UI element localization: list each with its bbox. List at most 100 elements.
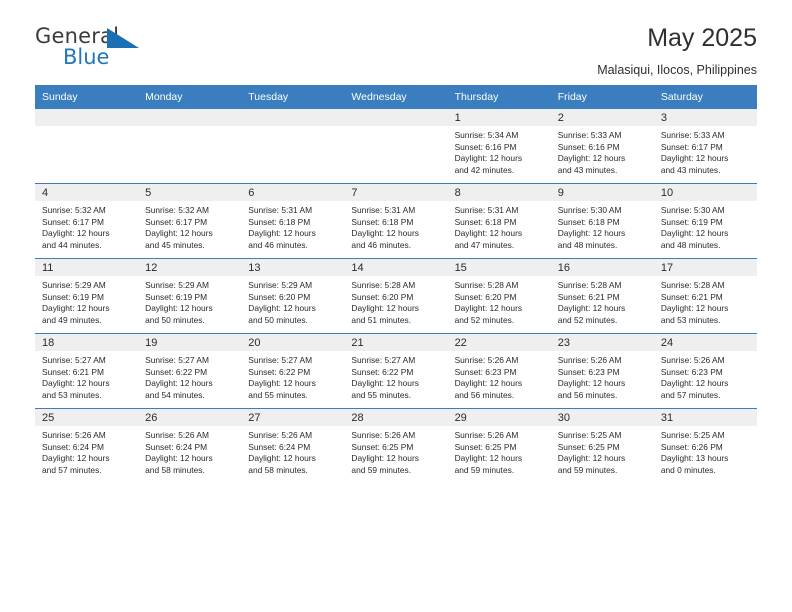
page-title: May 2025: [647, 24, 757, 52]
sunrise-text: Sunrise: 5:32 AM: [42, 205, 106, 215]
day-details: Sunrise: 5:28 AM Sunset: 6:20 PM Dayligh…: [344, 276, 447, 326]
day-number: 13: [241, 259, 345, 276]
daylight-text-line1: Daylight: 12 hours: [42, 228, 110, 239]
day-details: Sunrise: 5:26 AM Sunset: 6:23 PM Dayligh…: [654, 351, 757, 401]
day-cell[interactable]: 8 Sunrise: 5:31 AM Sunset: 6:18 PM Dayli…: [447, 183, 551, 259]
weekday-header-friday: Friday: [550, 85, 654, 109]
daylight-text-line1: Daylight: 12 hours: [454, 303, 523, 314]
day-cell[interactable]: 24 Sunrise: 5:26 AM Sunset: 6:23 PM Dayl…: [653, 333, 757, 409]
day-details: Sunrise: 5:30 AM Sunset: 6:18 PM Dayligh…: [551, 201, 654, 251]
day-cell[interactable]: [35, 109, 139, 184]
day-cell[interactable]: 20 Sunrise: 5:27 AM Sunset: 6:22 PM Dayl…: [241, 333, 345, 409]
sunrise-text: Sunrise: 5:31 AM: [454, 205, 519, 215]
day-cell[interactable]: 10 Sunrise: 5:30 AM Sunset: 6:19 PM Dayl…: [653, 183, 757, 259]
day-number: 18: [35, 334, 139, 351]
day-cell[interactable]: 25 Sunrise: 5:26 AM Sunset: 6:24 PM Dayl…: [35, 408, 139, 483]
calendar-week-row: 11 Sunrise: 5:29 AM Sunset: 6:19 PM Dayl…: [35, 258, 757, 334]
sunrise-text: Sunrise: 5:27 AM: [248, 355, 313, 365]
day-cell[interactable]: 27 Sunrise: 5:26 AM Sunset: 6:24 PM Dayl…: [241, 408, 345, 483]
day-details: [344, 126, 447, 130]
day-cell[interactable]: 29 Sunrise: 5:26 AM Sunset: 6:25 PM Dayl…: [447, 408, 551, 483]
day-number: 10: [653, 184, 757, 201]
day-cell[interactable]: 5 Sunrise: 5:32 AM Sunset: 6:17 PM Dayli…: [138, 183, 242, 259]
calendar-week-row: 25 Sunrise: 5:26 AM Sunset: 6:24 PM Dayl…: [35, 408, 757, 483]
day-cell[interactable]: 22 Sunrise: 5:26 AM Sunset: 6:23 PM Dayl…: [447, 333, 551, 409]
day-number: 19: [138, 334, 242, 351]
day-details: Sunrise: 5:31 AM Sunset: 6:18 PM Dayligh…: [448, 201, 551, 251]
daylight-text-line1: Daylight: 12 hours: [351, 453, 419, 464]
day-cell[interactable]: 7 Sunrise: 5:31 AM Sunset: 6:18 PM Dayli…: [344, 183, 448, 259]
day-cell[interactable]: 14 Sunrise: 5:28 AM Sunset: 6:20 PM Dayl…: [344, 258, 448, 334]
day-cell[interactable]: 11 Sunrise: 5:29 AM Sunset: 6:19 PM Dayl…: [35, 258, 139, 334]
sunrise-text: Sunrise: 5:26 AM: [660, 355, 725, 365]
day-cell[interactable]: 30 Sunrise: 5:25 AM Sunset: 6:25 PM Dayl…: [550, 408, 654, 483]
day-details: Sunrise: 5:28 AM Sunset: 6:21 PM Dayligh…: [551, 276, 654, 326]
daylight-text-line2: and 49 minutes.: [42, 314, 102, 325]
day-number: 7: [344, 184, 448, 201]
day-cell[interactable]: [344, 109, 448, 184]
day-cell[interactable]: 15 Sunrise: 5:28 AM Sunset: 6:20 PM Dayl…: [447, 258, 551, 334]
day-details: Sunrise: 5:29 AM Sunset: 6:19 PM Dayligh…: [35, 276, 138, 326]
sunset-text: Sunset: 6:25 PM: [454, 441, 517, 452]
day-details: Sunrise: 5:27 AM Sunset: 6:21 PM Dayligh…: [35, 351, 138, 401]
sunrise-text: Sunrise: 5:26 AM: [454, 355, 519, 365]
day-cell[interactable]: 9 Sunrise: 5:30 AM Sunset: 6:18 PM Dayli…: [550, 183, 654, 259]
sunrise-text: Sunrise: 5:26 AM: [145, 430, 209, 440]
day-details: Sunrise: 5:33 AM Sunset: 6:16 PM Dayligh…: [551, 126, 654, 176]
day-cell[interactable]: 28 Sunrise: 5:26 AM Sunset: 6:25 PM Dayl…: [344, 408, 448, 483]
general-blue-logo[interactable]: General Blue: [35, 26, 145, 72]
day-cell[interactable]: 26 Sunrise: 5:26 AM Sunset: 6:24 PM Dayl…: [138, 408, 242, 483]
weekday-header-monday: Monday: [138, 85, 242, 109]
day-number: 25: [35, 409, 139, 426]
logo-triangle-icon: [107, 28, 139, 48]
day-cell[interactable]: 3 Sunrise: 5:33 AM Sunset: 6:17 PM Dayli…: [653, 109, 757, 184]
day-cell[interactable]: 31 Sunrise: 5:25 AM Sunset: 6:26 PM Dayl…: [653, 408, 757, 483]
daylight-text-line2: and 47 minutes.: [454, 239, 515, 250]
calendar-week-row: 4 Sunrise: 5:32 AM Sunset: 6:17 PM Dayli…: [35, 183, 757, 259]
day-cell[interactable]: [241, 109, 345, 184]
sunrise-text: Sunrise: 5:29 AM: [248, 280, 313, 290]
daylight-text-line2: and 44 minutes.: [42, 239, 102, 250]
day-cell[interactable]: 6 Sunrise: 5:31 AM Sunset: 6:18 PM Dayli…: [241, 183, 345, 259]
day-cell[interactable]: [138, 109, 242, 184]
day-cell[interactable]: 19 Sunrise: 5:27 AM Sunset: 6:22 PM Dayl…: [138, 333, 242, 409]
sunrise-text: Sunrise: 5:26 AM: [248, 430, 313, 440]
day-number: 2: [550, 109, 654, 126]
daylight-text-line2: and 53 minutes.: [660, 314, 721, 325]
daylight-text-line2: and 55 minutes.: [248, 389, 308, 400]
day-cell[interactable]: 16 Sunrise: 5:28 AM Sunset: 6:21 PM Dayl…: [550, 258, 654, 334]
day-cell[interactable]: 2 Sunrise: 5:33 AM Sunset: 6:16 PM Dayli…: [550, 109, 654, 184]
daylight-text-line1: Daylight: 12 hours: [660, 303, 729, 314]
day-cell[interactable]: 17 Sunrise: 5:28 AM Sunset: 6:21 PM Dayl…: [653, 258, 757, 334]
day-number: 1: [447, 109, 551, 126]
day-cell[interactable]: 23 Sunrise: 5:26 AM Sunset: 6:23 PM Dayl…: [550, 333, 654, 409]
day-cell[interactable]: 13 Sunrise: 5:29 AM Sunset: 6:20 PM Dayl…: [241, 258, 345, 334]
sunset-text: Sunset: 6:22 PM: [145, 366, 208, 377]
day-details: Sunrise: 5:32 AM Sunset: 6:17 PM Dayligh…: [35, 201, 138, 251]
day-number: 20: [241, 334, 345, 351]
sunset-text: Sunset: 6:19 PM: [42, 291, 104, 302]
weekday-header-wednesday: Wednesday: [344, 85, 448, 109]
sunset-text: Sunset: 6:20 PM: [351, 291, 414, 302]
sunset-text: Sunset: 6:18 PM: [248, 216, 311, 227]
day-number: 31: [653, 409, 757, 426]
day-cell[interactable]: 12 Sunrise: 5:29 AM Sunset: 6:19 PM Dayl…: [138, 258, 242, 334]
day-cell[interactable]: 18 Sunrise: 5:27 AM Sunset: 6:21 PM Dayl…: [35, 333, 139, 409]
day-number: 23: [550, 334, 654, 351]
sunset-text: Sunset: 6:24 PM: [145, 441, 208, 452]
daylight-text-line1: Daylight: 12 hours: [145, 303, 213, 314]
day-number: [138, 109, 242, 126]
day-details: Sunrise: 5:27 AM Sunset: 6:22 PM Dayligh…: [344, 351, 447, 401]
day-cell[interactable]: 21 Sunrise: 5:27 AM Sunset: 6:22 PM Dayl…: [344, 333, 448, 409]
day-cell[interactable]: 1 Sunrise: 5:34 AM Sunset: 6:16 PM Dayli…: [447, 109, 551, 184]
title-block: May 2025 Malasiqui, Ilocos, Philippines: [597, 26, 757, 77]
day-details: Sunrise: 5:25 AM Sunset: 6:26 PM Dayligh…: [654, 426, 757, 476]
day-cell[interactable]: 4 Sunrise: 5:32 AM Sunset: 6:17 PM Dayli…: [35, 183, 139, 259]
daylight-text-line2: and 45 minutes.: [145, 239, 205, 250]
daylight-text-line1: Daylight: 12 hours: [42, 378, 110, 389]
day-details: Sunrise: 5:26 AM Sunset: 6:25 PM Dayligh…: [448, 426, 551, 476]
sunset-text: Sunset: 6:19 PM: [145, 291, 208, 302]
day-details: Sunrise: 5:32 AM Sunset: 6:17 PM Dayligh…: [138, 201, 241, 251]
day-details: Sunrise: 5:31 AM Sunset: 6:18 PM Dayligh…: [344, 201, 447, 251]
sunrise-text: Sunrise: 5:28 AM: [454, 280, 519, 290]
